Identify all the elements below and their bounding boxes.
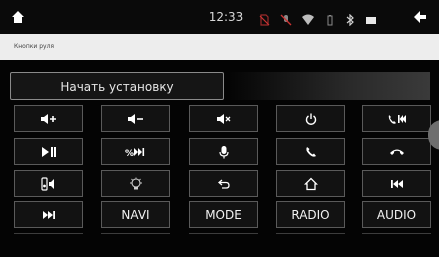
mode-next-key[interactable]: % [101,138,170,165]
volume-down-icon [127,113,143,124]
header-gradient [230,72,430,100]
previous-track-icon [390,179,403,188]
page-title: Кнопки руля [14,43,55,50]
voice-key[interactable] [189,138,258,165]
power-icon [305,113,316,125]
navi-key[interactable]: NAVI [101,201,170,228]
mic-off-icon [280,11,292,26]
radio-key[interactable]: RADIO [276,201,345,228]
navi-label: NAVI [121,207,150,222]
volume-up-key[interactable] [14,105,83,132]
audio-label: AUDIO [376,207,417,222]
audio-key[interactable]: AUDIO [362,201,431,228]
voice-icon [218,145,229,158]
start-install-button[interactable]: Начать установку [10,72,224,100]
next-row-hint [14,233,431,237]
mute-icon [216,113,230,124]
next-track-icon [42,210,55,219]
title-bar: Кнопки руля [0,34,439,60]
previous-track-key[interactable] [362,170,431,197]
battery-icon [365,11,377,24]
status-bar: 12:33 [0,0,439,34]
back-arrow-icon[interactable] [413,9,427,23]
power-key[interactable] [276,105,345,132]
lightbulb-key[interactable] [101,170,170,197]
phone-hangup-key[interactable] [362,138,431,165]
phone-answer-icon [305,146,316,157]
phone-hangup-icon [389,149,404,155]
play-pause-icon [41,146,56,157]
battery-small-icon [324,11,336,26]
phone-previous-key[interactable] [362,105,431,132]
wifi-icon [302,11,314,25]
radio-label: RADIO [291,207,330,222]
mute-key[interactable] [189,105,258,132]
home-outline-icon [303,177,318,190]
speaker-volume-key[interactable] [14,170,83,197]
speaker-volume-icon [40,176,54,191]
clock: 12:33 [208,10,244,24]
home-key[interactable] [276,170,345,197]
return-key[interactable] [189,170,258,197]
phone-previous-icon [388,114,406,124]
next-track-key[interactable] [14,201,83,228]
return-icon [217,179,230,189]
sim-off-icon [258,11,270,26]
mode-next-icon: % [125,147,144,158]
play-pause-key[interactable] [14,138,83,165]
phone-answer-key[interactable] [276,138,345,165]
bluetooth-icon [344,11,356,27]
mode-label: MODE [205,207,242,222]
svg-text:%: % [125,149,134,158]
volume-down-key[interactable] [101,105,170,132]
volume-up-icon [40,113,56,124]
mode-key[interactable]: MODE [189,201,258,228]
lightbulb-icon [129,177,142,189]
home-icon[interactable] [11,9,25,23]
